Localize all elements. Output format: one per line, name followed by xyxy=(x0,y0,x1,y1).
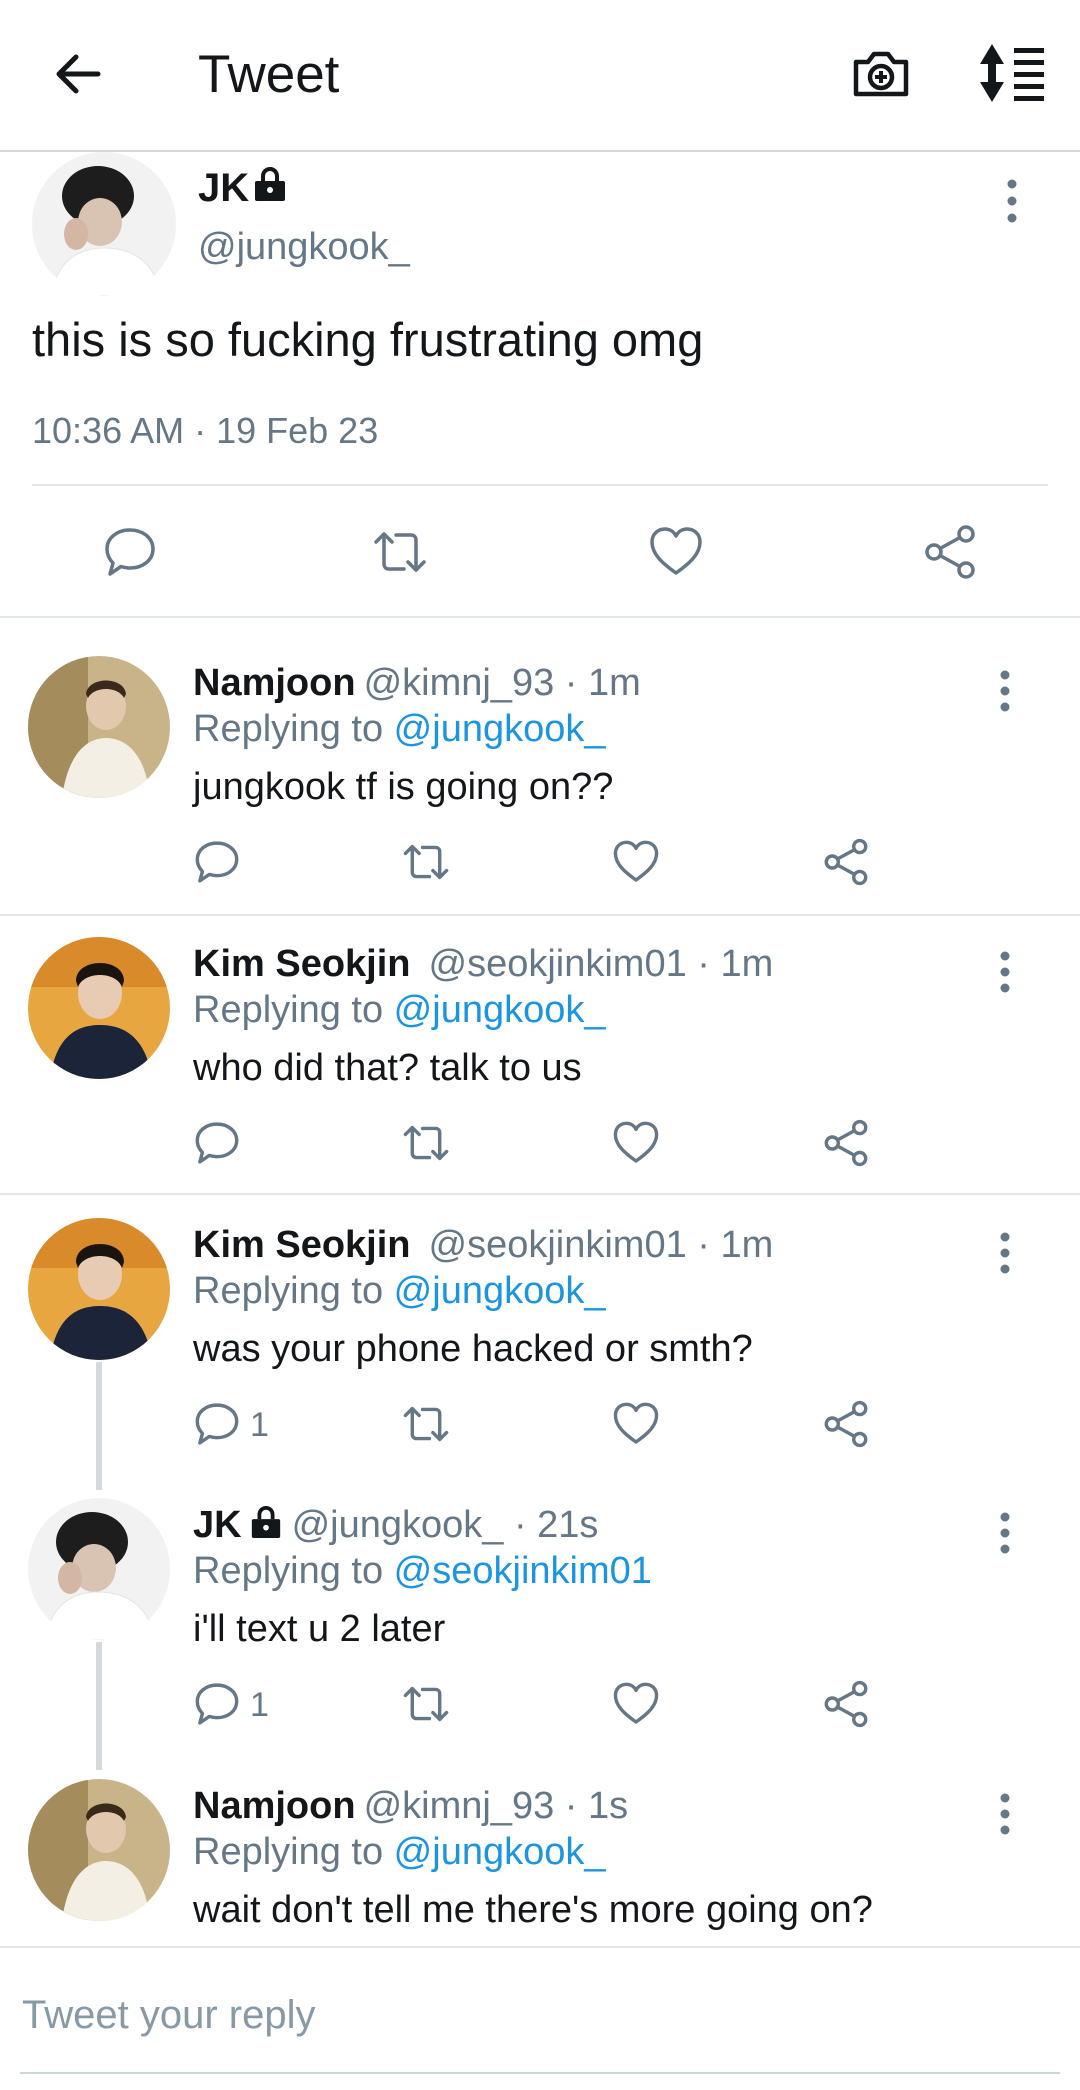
like-icon[interactable] xyxy=(648,524,704,580)
reply-count: 1 xyxy=(250,1686,269,1724)
avatar[interactable] xyxy=(28,656,170,798)
share-icon[interactable] xyxy=(822,1680,870,1728)
more-options-icon[interactable] xyxy=(993,1508,1017,1558)
retweet-icon[interactable] xyxy=(402,1680,450,1728)
tweet-actions xyxy=(0,524,1080,604)
like-icon[interactable] xyxy=(612,1400,660,1448)
reply-text: wait don't tell me there's more going on… xyxy=(193,1889,873,1931)
more-options-icon[interactable] xyxy=(993,666,1017,716)
reply-tweet[interactable]: Namjoon @kimnj_93 · 1m Replying to @jungk… xyxy=(0,656,1080,916)
like-icon[interactable] xyxy=(612,1119,660,1167)
page-title: Tweet xyxy=(198,45,340,104)
reply-composer xyxy=(0,1946,1080,2084)
retweet-icon[interactable] xyxy=(402,1400,450,1448)
reply-tweet[interactable]: JK @jungkook_ · 21s Replying to @seokjink… xyxy=(0,1498,1080,1758)
replying-to-link[interactable]: @jungkook_ xyxy=(394,989,606,1031)
reply-count: 1 xyxy=(250,1406,269,1444)
reply-header: Namjoon @kimnj_93 · 1m xyxy=(193,662,641,705)
reply-text: who did that? talk to us xyxy=(193,1047,582,1089)
author-name: JK xyxy=(198,166,250,210)
replying-to: Replying to @jungkook_ xyxy=(193,708,606,751)
reply-input[interactable] xyxy=(20,1984,1024,2046)
author-name[interactable]: Namjoon xyxy=(193,1785,356,1827)
replying-label: Replying to xyxy=(193,1831,394,1873)
replying-to-link[interactable]: @jungkook_ xyxy=(394,1831,606,1873)
reply-icon[interactable] xyxy=(193,1119,241,1167)
share-icon[interactable] xyxy=(822,838,870,886)
lock-icon xyxy=(255,167,285,201)
replying-label: Replying to xyxy=(193,989,394,1031)
retweet-icon[interactable] xyxy=(402,838,450,886)
reply-header: JK @jungkook_ · 21s xyxy=(193,1504,598,1547)
reply-tweet[interactable]: Namjoon @kimnj_93 · 1s Replying to @jungk… xyxy=(0,1779,1080,1945)
author-handle[interactable]: @seokjinkim01 · 1m xyxy=(429,1224,774,1266)
reply-text: i'll text u 2 later xyxy=(193,1608,446,1650)
reply-icon[interactable] xyxy=(193,838,241,886)
avatar[interactable] xyxy=(28,1498,170,1640)
replying-to: Replying to @jungkook_ xyxy=(193,1831,606,1874)
retweet-icon[interactable] xyxy=(372,524,428,580)
author-handle[interactable]: @jungkook_ xyxy=(198,226,410,269)
lock-icon xyxy=(251,1505,280,1539)
replying-label: Replying to xyxy=(193,1550,394,1592)
arrow-left-icon[interactable] xyxy=(48,44,108,104)
share-icon[interactable] xyxy=(922,524,978,580)
tweet-timestamp: 10:36 AM · 19 Feb 23 xyxy=(32,410,379,451)
replying-to-link[interactable]: @jungkook_ xyxy=(394,708,606,750)
reply-actions: 1 xyxy=(0,1680,1080,1740)
reply-header: Kim Seokjin @seokjinkim01 · 1m xyxy=(193,1224,773,1267)
reply-tweet[interactable]: Kim Seokjin @seokjinkim01 · 1m Replying t… xyxy=(0,1218,1080,1478)
replying-to: Replying to @seokjinkim01 xyxy=(193,1550,652,1593)
replying-label: Replying to xyxy=(193,1270,394,1312)
top-bar: Tweet xyxy=(0,0,1080,152)
replying-to-link[interactable]: @jungkook_ xyxy=(394,1270,606,1312)
replying-to: Replying to @jungkook_ xyxy=(193,989,606,1032)
reply-icon[interactable] xyxy=(193,1680,241,1728)
input-underline xyxy=(20,2072,1060,2074)
share-icon[interactable] xyxy=(822,1400,870,1448)
reply-actions xyxy=(0,1119,1080,1179)
author-handle[interactable]: @jungkook_ · 21s xyxy=(292,1504,599,1546)
author-handle[interactable]: @kimnj_93 · 1s xyxy=(364,1785,629,1827)
tweet-text: this is so fucking frustrating omg xyxy=(32,313,704,366)
like-icon[interactable] xyxy=(612,838,660,886)
author-name[interactable]: Namjoon xyxy=(193,662,356,704)
replying-to-link[interactable]: @seokjinkim01 xyxy=(394,1550,652,1592)
replying-label: Replying to xyxy=(193,708,394,750)
replying-to: Replying to @jungkook_ xyxy=(193,1270,606,1313)
reply-icon[interactable] xyxy=(193,1400,241,1448)
reply-tweet[interactable]: Kim Seokjin @seokjinkim01 · 1m Replying t… xyxy=(0,937,1080,1195)
camera-plus-icon[interactable] xyxy=(850,42,912,104)
reply-text: was your phone hacked or smth? xyxy=(193,1328,753,1370)
more-options-icon[interactable] xyxy=(993,947,1017,997)
avatar[interactable] xyxy=(32,152,176,296)
more-options-icon[interactable] xyxy=(1000,174,1024,228)
more-options-icon[interactable] xyxy=(993,1789,1017,1839)
like-icon[interactable] xyxy=(612,1680,660,1728)
reply-icon[interactable] xyxy=(102,524,158,580)
avatar[interactable] xyxy=(28,1218,170,1360)
reply-header: Namjoon @kimnj_93 · 1s xyxy=(193,1785,628,1828)
avatar[interactable] xyxy=(28,937,170,1079)
main-tweet: JK @jungkook_ this is so fucking frustra… xyxy=(0,152,1080,618)
retweet-icon[interactable] xyxy=(402,1119,450,1167)
more-options-icon[interactable] xyxy=(993,1228,1017,1278)
author-name[interactable]: JK xyxy=(193,1504,242,1546)
reply-actions: 1 xyxy=(0,1400,1080,1460)
share-icon[interactable] xyxy=(822,1119,870,1167)
author-name[interactable]: Kim Seokjin xyxy=(193,1224,411,1266)
avatar[interactable] xyxy=(28,1779,170,1921)
divider xyxy=(32,484,1048,486)
reply-actions xyxy=(0,838,1080,898)
author-handle[interactable]: @seokjinkim01 · 1m xyxy=(429,943,774,985)
sort-list-icon[interactable] xyxy=(976,42,1048,104)
author-handle[interactable]: @kimnj_93 · 1m xyxy=(364,662,641,704)
reply-header: Kim Seokjin @seokjinkim01 · 1m xyxy=(193,943,773,986)
author-name[interactable]: Kim Seokjin xyxy=(193,943,411,985)
reply-text: jungkook tf is going on?? xyxy=(193,766,614,808)
